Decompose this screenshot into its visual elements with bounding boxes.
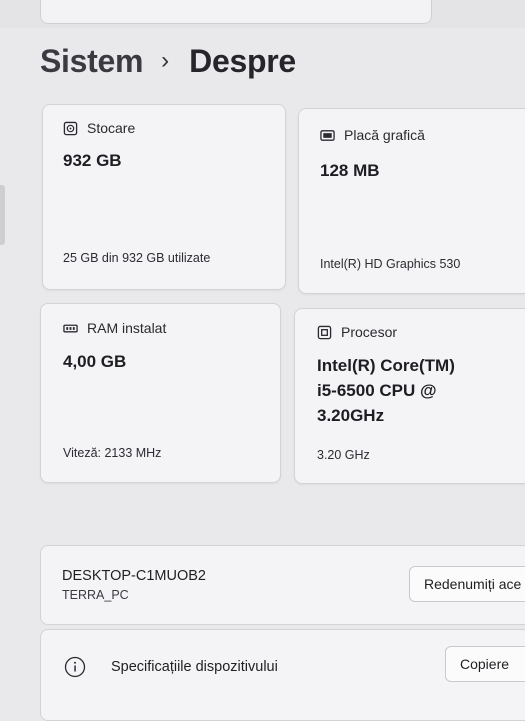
- storage-card-header: Stocare: [63, 120, 135, 136]
- device-specifications-row[interactable]: Specificațiile dispozitivului Copiere: [40, 629, 525, 721]
- chevron-right-icon: ›: [161, 47, 170, 74]
- page-title: Despre: [189, 42, 296, 79]
- ram-size: 4,00 GB: [63, 352, 127, 371]
- storage-card[interactable]: Stocare 932 GB 25 GB din 932 GB utilizat…: [42, 104, 286, 290]
- device-name: DESKTOP-C1MUOB2: [62, 568, 206, 584]
- ram-speed: Viteză: 2133 MHz: [63, 446, 162, 460]
- processor-model-line: 3.20GHz: [317, 406, 385, 425]
- processor-card-title: Procesor: [341, 324, 398, 340]
- rename-pc-button[interactable]: Redenumiți ace: [409, 566, 525, 602]
- storage-usage: 25 GB din 932 GB utilizate: [63, 251, 211, 265]
- processor-model-line: Intel(R) Core(TM): [317, 356, 455, 375]
- copy-specs-button[interactable]: Copiere: [445, 646, 525, 682]
- breadcrumb: Sistem › Despre: [40, 36, 296, 86]
- storage-capacity: 932 GB: [63, 151, 122, 170]
- ram-card-title: RAM instalat: [87, 320, 167, 336]
- processor-card-header: Procesor: [317, 324, 397, 340]
- breadcrumb-parent-link[interactable]: Sistem: [40, 43, 143, 80]
- memory-module-icon: [63, 324, 78, 332]
- display-adapter-icon: [320, 129, 335, 141]
- ram-card-header: RAM instalat: [63, 320, 166, 336]
- processor-chip-icon: [317, 325, 332, 339]
- processor-model-line: i5-6500 CPU @: [317, 381, 437, 400]
- device-name-row: DESKTOP-C1MUOB2 TERRA_PC Redenumiți ace: [40, 545, 525, 625]
- graphics-card[interactable]: Placă grafică 128 MB Intel(R) HD Graphic…: [298, 108, 525, 294]
- graphics-memory: 128 MB: [320, 161, 380, 180]
- scrollbar-handle[interactable]: [0, 185, 5, 245]
- storage-drive-icon: [63, 121, 78, 135]
- processor-speed: 3.20 GHz: [317, 448, 370, 462]
- info-icon: [64, 656, 86, 678]
- processor-card[interactable]: Procesor Intel(R) Core(TM) i5-6500 CPU @…: [294, 308, 525, 484]
- storage-card-title: Stocare: [87, 120, 136, 136]
- device-subtitle: TERRA_PC: [62, 588, 129, 602]
- graphics-card-header: Placă grafică: [320, 127, 425, 143]
- search-field[interactable]: [40, 0, 432, 24]
- top-strip: [0, 0, 525, 28]
- processor-model: Intel(R) Core(TM) i5-6500 CPU @ 3.20GHz: [317, 353, 455, 428]
- device-specifications-label: Specificațiile dispozitivului: [111, 659, 278, 675]
- graphics-card-title: Placă grafică: [344, 127, 425, 143]
- graphics-adapter-name: Intel(R) HD Graphics 530: [320, 257, 461, 271]
- ram-card[interactable]: RAM instalat 4,00 GB Viteză: 2133 MHz: [40, 303, 281, 483]
